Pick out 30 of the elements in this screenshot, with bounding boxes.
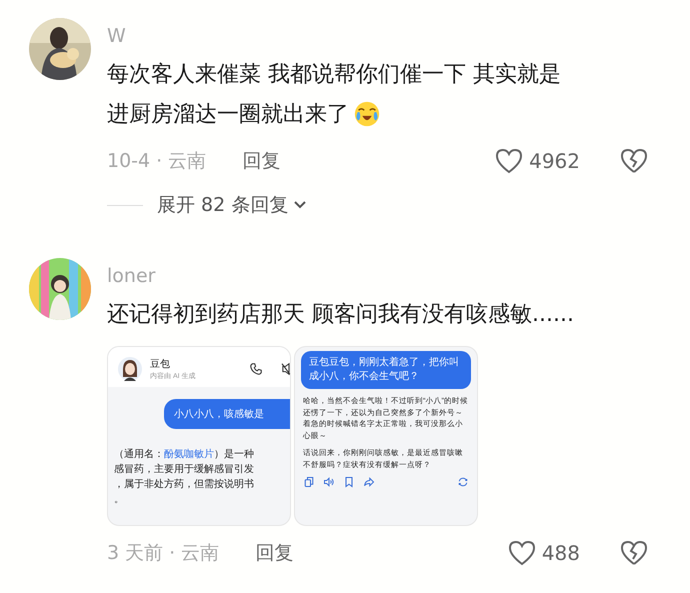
broken-heart-icon[interactable] [620, 540, 648, 566]
time-location: 10-4 · 云南 [107, 149, 206, 174]
expand-replies-link[interactable]: 展开 82 条回复 [157, 192, 288, 218]
reply-text: 。 [114, 493, 125, 507]
comment-text: 还记得初到药店那天 顾客问我有没有咳感敏...... [107, 301, 574, 329]
bot-name: 豆包 [150, 358, 171, 371]
reply-text: 感冒药，主要用于缓解感冒引发 [114, 462, 255, 477]
comment-text: 进厨房溜达一圈就出来了 [107, 101, 349, 129]
copy-icon[interactable] [303, 476, 315, 488]
reply-text: ，属于非处方药，但需按说明书 [114, 478, 255, 492]
time-location: 3 天前 · 云南 [107, 541, 220, 566]
like-count: 4962 [529, 149, 580, 173]
like-count: 488 [542, 541, 580, 565]
heart-icon[interactable] [495, 148, 524, 174]
speaker-icon[interactable] [323, 476, 335, 488]
refresh-icon[interactable] [457, 476, 469, 488]
bot-avatar-icon [118, 357, 142, 381]
reply-link[interactable]: 回复 [242, 148, 280, 174]
muted-speaker-icon[interactable] [281, 362, 290, 376]
comment-text: 每次客人来催菜 我都说帮你们催一下 其实就是 [107, 61, 561, 89]
phone-icon[interactable] [249, 362, 263, 376]
reply-link[interactable]: 回复 [255, 540, 294, 566]
user-message: 小八小八，咳感敏是 [164, 399, 290, 429]
user-message: 豆包豆包，刚刚太着急了，把你叫成小八，你不会生气吧？ [301, 351, 471, 389]
heart-icon[interactable] [508, 540, 536, 566]
chevron-down-icon[interactable] [294, 201, 306, 209]
reply-text: （通用名：酚氨咖敏片）是一种 [114, 448, 255, 462]
broken-heart-icon[interactable] [620, 148, 648, 174]
bookmark-icon[interactable] [343, 476, 355, 488]
share-icon[interactable] [363, 476, 375, 488]
